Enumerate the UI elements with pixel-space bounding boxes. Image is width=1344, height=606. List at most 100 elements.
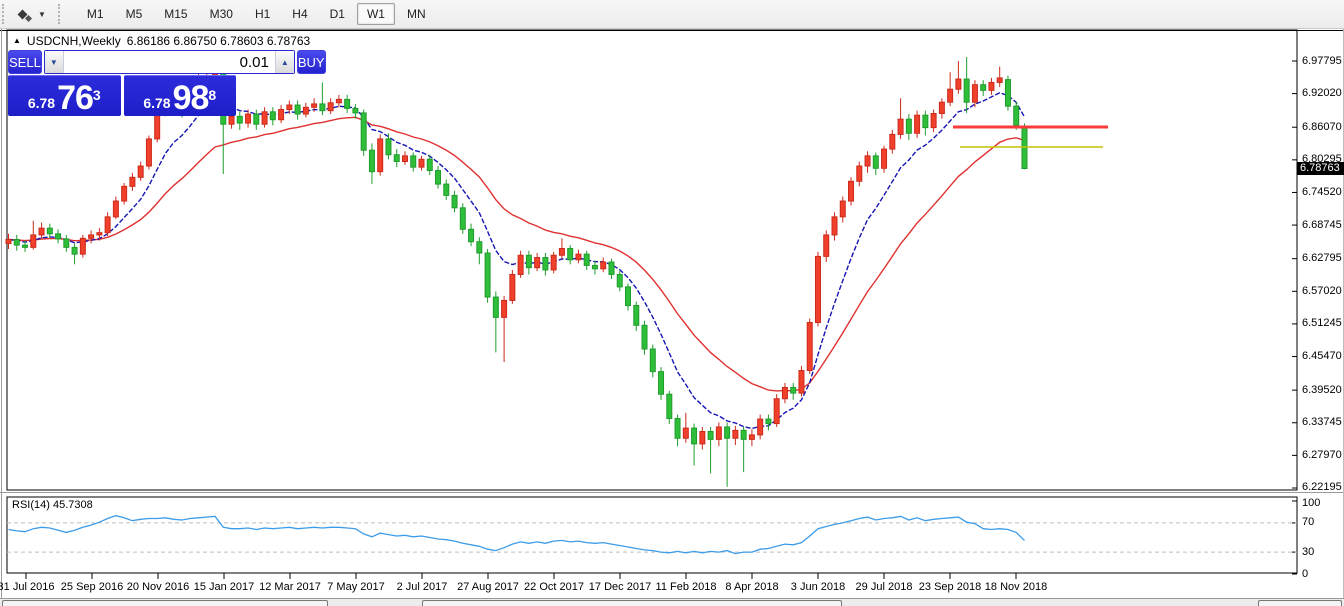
mt4-window: ▼ M1M5M15M30H1H4D1W1MN ▲ USDCNH,Weekly 6… — [0, 0, 1344, 606]
candle-body — [345, 99, 350, 108]
candle-body — [568, 248, 573, 259]
candle-body — [378, 139, 383, 172]
volume-input[interactable] — [64, 51, 275, 73]
price-axis-label: 6.51245 — [1302, 317, 1342, 329]
candle-body — [386, 139, 391, 155]
chart-tab[interactable] — [2, 600, 328, 606]
date-axis-label: 27 Aug 2017 — [457, 581, 519, 593]
candle-body — [130, 177, 135, 186]
buy-price-big: 98 — [173, 83, 209, 113]
candle-body — [650, 349, 655, 372]
date-axis-label: 2 Jul 2017 — [397, 581, 448, 593]
candle-body — [749, 435, 754, 440]
candle-body — [873, 156, 878, 168]
volume-increase-button[interactable]: ▲ — [275, 51, 294, 73]
sell-price-small: 6.78 — [28, 93, 55, 113]
chart-tab-3[interactable] — [1258, 600, 1342, 606]
candle-body — [559, 248, 564, 255]
candle-body — [972, 85, 977, 103]
sell-button[interactable]: SELL — [8, 50, 42, 74]
candle-body — [675, 418, 680, 438]
timeframe-button-m15[interactable]: M15 — [154, 3, 197, 25]
candle-body — [419, 159, 424, 167]
candle-body — [898, 119, 903, 134]
timeframe-button-m1[interactable]: M1 — [77, 3, 114, 25]
candle-body — [254, 114, 259, 124]
candle-body — [469, 229, 474, 241]
candle-body — [444, 184, 449, 195]
candle-body — [312, 104, 317, 107]
candle-body — [1022, 127, 1027, 169]
candle-body — [146, 139, 151, 166]
rsi-axis-label: 30 — [1302, 546, 1314, 558]
date-axis-label: 22 Oct 2017 — [524, 581, 584, 593]
chart-tabs-strip[interactable] — [0, 598, 1344, 606]
date-axis-label: 29 Jul 2018 — [856, 581, 913, 593]
timeframe-toolbar: ▼ M1M5M15M30H1H4D1W1MN — [0, 0, 1344, 29]
ma-fast-line — [9, 93, 1025, 429]
candle-body — [617, 274, 622, 286]
price-axis-label: 6.97795 — [1302, 55, 1342, 67]
volume-decrease-button[interactable]: ▼ — [45, 51, 64, 73]
candle-body — [411, 156, 416, 167]
price-axis-label: 6.39520 — [1302, 384, 1342, 396]
price-axis-label: 6.57020 — [1302, 285, 1342, 297]
candle-body — [303, 107, 308, 114]
buy-price-box[interactable]: 6.78 98 8 — [124, 75, 237, 116]
candle-body — [948, 89, 953, 102]
price-axis-label: 6.22195 — [1302, 481, 1342, 493]
candle-body — [551, 255, 556, 270]
candle-body — [956, 79, 961, 89]
date-axis-label: 25 Sep 2016 — [61, 581, 123, 593]
candle-body — [997, 78, 1002, 83]
candle-body — [592, 265, 597, 268]
timeframe-button-h4[interactable]: H4 — [282, 3, 317, 25]
sell-price-big: 76 — [57, 83, 93, 113]
candle-body — [939, 102, 944, 113]
one-click-trade-panel: SELL ▼ ▲ BUY 6.78 76 3 6.78 98 8 — [8, 50, 236, 116]
chevron-down-icon[interactable]: ▼ — [38, 10, 46, 19]
candle-body — [1005, 80, 1010, 107]
current-price-tag: 6.78763 — [1297, 162, 1344, 175]
chart-tab-2[interactable] — [422, 600, 842, 606]
candle-body — [981, 85, 986, 91]
timeframe-button-d1[interactable]: D1 — [320, 3, 355, 25]
toolbar-grip[interactable] — [2, 4, 8, 24]
buy-button[interactable]: BUY — [297, 50, 326, 74]
line-studies-icon[interactable]: ▼ — [13, 6, 52, 23]
timeframe-buttons: M1M5M15M30H1H4D1W1MN — [77, 3, 436, 25]
date-axis-label: 7 May 2017 — [327, 581, 384, 593]
candle-body — [964, 79, 969, 102]
candle-body — [97, 233, 102, 235]
timeframe-button-m30[interactable]: M30 — [200, 3, 243, 25]
candle-body — [634, 306, 639, 326]
candle-body — [725, 427, 730, 438]
sell-price-box[interactable]: 6.78 76 3 — [8, 75, 121, 116]
candle-body — [807, 322, 812, 370]
timeframe-button-m5[interactable]: M5 — [116, 3, 153, 25]
sell-price-superscript: 3 — [93, 76, 101, 114]
date-axis-label: 3 Jun 2018 — [791, 581, 845, 593]
chart-title: ▲ USDCNH,Weekly 6.86186 6.86750 6.78603 … — [13, 34, 310, 48]
toolbar-grip-2[interactable] — [58, 4, 64, 24]
candle-body — [229, 116, 234, 124]
candle-body — [14, 239, 19, 245]
candle-body — [774, 399, 779, 424]
date-axis-label: 20 Nov 2016 — [127, 581, 189, 593]
candle-body — [452, 195, 457, 207]
candle-body — [708, 431, 713, 439]
timeframe-button-mn[interactable]: MN — [397, 3, 436, 25]
candle-body — [840, 201, 845, 217]
candle-body — [113, 201, 118, 217]
candle-body — [23, 245, 28, 247]
candle-body — [601, 262, 606, 269]
rsi-axis-label: 70 — [1302, 516, 1314, 528]
timeframe-button-h1[interactable]: H1 — [245, 3, 280, 25]
price-axis-label: 6.62795 — [1302, 252, 1342, 264]
price-axis-label: 6.27970 — [1302, 449, 1342, 461]
candle-body — [287, 105, 292, 110]
candle-body — [667, 394, 672, 418]
timeframe-button-w1[interactable]: W1 — [357, 3, 395, 25]
collapse-triangle-icon[interactable]: ▲ — [13, 36, 21, 45]
candle-body — [493, 297, 498, 317]
